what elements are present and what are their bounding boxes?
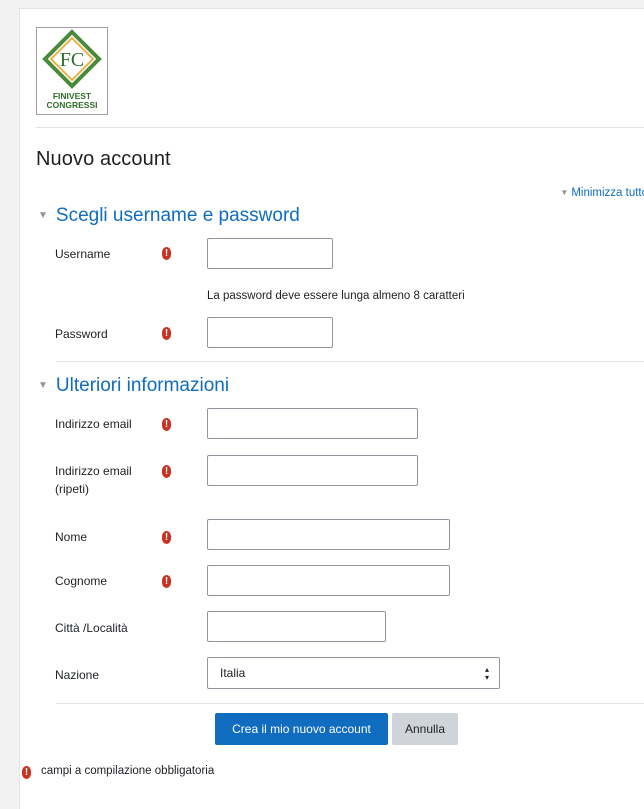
lastname-input[interactable]: [207, 565, 450, 596]
required-icon: !: [162, 465, 171, 478]
password-policy-hint: La password deve essere lunga almeno 8 c…: [207, 290, 465, 302]
buttons-divider: [56, 703, 644, 704]
page-title: Nuovo account: [36, 148, 171, 170]
required-icon: !: [162, 247, 171, 260]
country-selected-value: Italia: [220, 666, 246, 680]
required-icon: !: [22, 766, 31, 779]
section-title: Ulteriori informazioni: [55, 375, 230, 396]
section-header-username-password[interactable]: ▼ Scegli username e password: [38, 205, 300, 227]
firstname-input[interactable]: [207, 519, 450, 550]
site-logo[interactable]: FC FINIVEST CONGRESSI: [36, 27, 108, 115]
logo-monogram: FC: [60, 49, 84, 71]
collapse-all-label: Minimizza tutto: [571, 187, 644, 199]
logo-text-line2: CONGRESSI: [46, 100, 97, 110]
email-repeat-label-line1: Indirizzo email: [55, 464, 132, 478]
email-label: Indirizzo email: [55, 417, 132, 431]
caret-down-icon: ▼: [38, 210, 48, 221]
password-label: Password: [55, 327, 108, 341]
email-repeat-input[interactable]: [207, 455, 418, 486]
create-account-button[interactable]: Crea il mio nuovo account: [215, 713, 388, 745]
required-icon: !: [162, 575, 171, 588]
email-repeat-label-line2: (ripeti): [55, 482, 90, 496]
password-input[interactable]: [207, 317, 333, 348]
section-divider: [56, 361, 644, 362]
country-label: Nazione: [55, 668, 100, 682]
signup-card: FC FINIVEST CONGRESSI Nuovo account ▼ Min…: [19, 8, 644, 809]
email-input[interactable]: [207, 408, 418, 439]
lastname-label: Cognome: [55, 574, 108, 588]
section-title: Scegli username e password: [55, 205, 300, 226]
username-input[interactable]: [207, 238, 333, 269]
required-fields-legend: campi a compilazione obbligatoria: [41, 765, 215, 777]
caret-down-icon: ▼: [38, 380, 48, 391]
collapse-all-link[interactable]: ▼ Minimizza tutto: [560, 187, 644, 199]
header-divider: [36, 127, 644, 128]
cancel-button[interactable]: Annulla: [392, 713, 458, 745]
username-label: Username: [55, 247, 111, 261]
required-icon: !: [162, 531, 171, 544]
section-header-additional-info[interactable]: ▼ Ulteriori informazioni: [38, 375, 229, 397]
email-repeat-label: Indirizzo email (ripeti): [55, 462, 132, 498]
sort-arrows-icon: ▴ ▾: [484, 664, 489, 682]
firstname-label: Nome: [55, 530, 88, 544]
required-icon: !: [162, 327, 171, 340]
caret-down-icon: ▼: [560, 188, 569, 197]
required-icon: !: [162, 418, 171, 431]
city-input[interactable]: [207, 611, 386, 642]
country-select[interactable]: Italia ▴ ▾: [207, 657, 500, 689]
city-label: Città /Località: [55, 621, 128, 635]
